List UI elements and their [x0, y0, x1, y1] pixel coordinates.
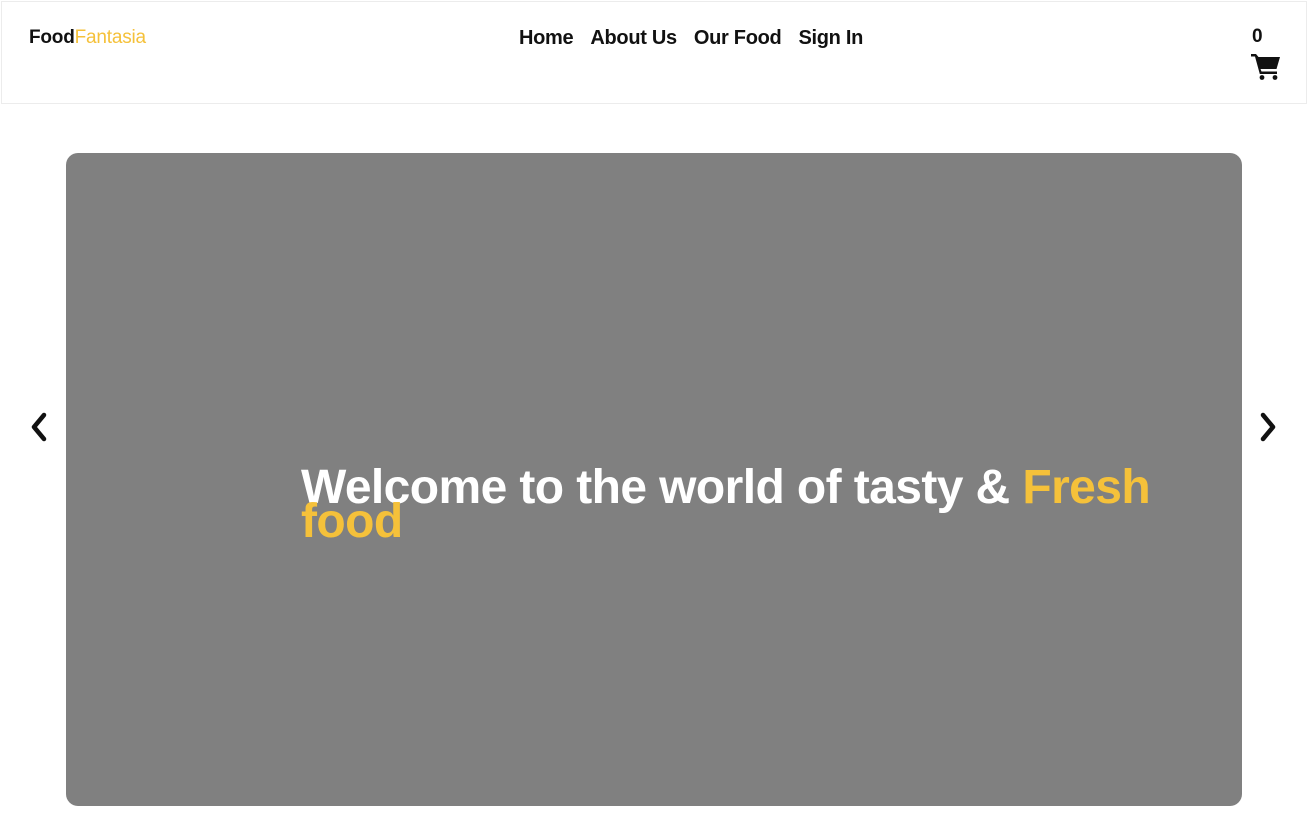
- shopping-cart-icon: [1251, 54, 1280, 80]
- nav-link-about-us[interactable]: About Us: [590, 27, 677, 50]
- main-nav: Home About Us Our Food Sign In: [519, 27, 863, 50]
- cart-count-badge: 0: [1252, 26, 1263, 47]
- nav-link-our-food[interactable]: Our Food: [694, 27, 782, 50]
- chevron-right-icon: [1260, 412, 1276, 442]
- carousel-next-button[interactable]: [1253, 407, 1283, 447]
- hero-headline-text: Welcome to the world of tasty &: [301, 461, 1023, 514]
- hero-carousel-slide: Welcome to the world of tasty & Fresh fo…: [66, 153, 1242, 806]
- nav-link-home[interactable]: Home: [519, 27, 574, 50]
- cart-button[interactable]: 0: [1249, 26, 1285, 81]
- chevron-left-icon: [31, 412, 47, 442]
- hero-headline: Welcome to the world of tasty & Fresh fo…: [301, 464, 1241, 546]
- brand-name-accent: Fantasia: [74, 27, 146, 48]
- navbar: FoodFantasia Home About Us Our Food Sign…: [1, 1, 1307, 104]
- brand-logo[interactable]: FoodFantasia: [29, 27, 146, 49]
- nav-link-sign-in[interactable]: Sign In: [798, 27, 863, 50]
- carousel-prev-button[interactable]: [24, 407, 54, 447]
- brand-name-primary: Food: [29, 27, 75, 48]
